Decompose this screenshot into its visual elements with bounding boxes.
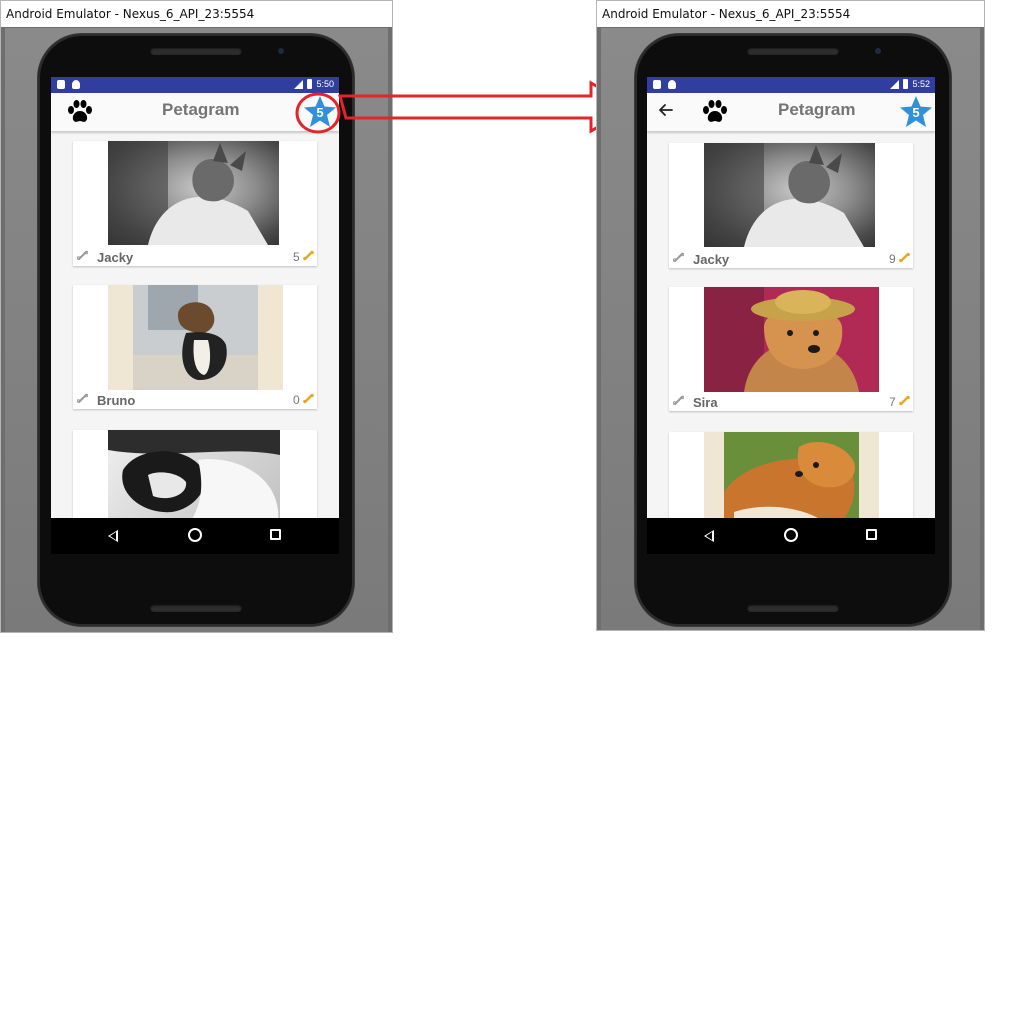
- composite-screenshot: Android Emulator - Nexus_6_API_23:5554 5…: [0, 0, 1024, 1024]
- android-debug-icon: [668, 80, 676, 89]
- pet-card: Jacky 9: [669, 143, 913, 268]
- top-speaker: [747, 47, 839, 55]
- android-debug-icon: [72, 80, 80, 89]
- nav-back-icon[interactable]: [108, 530, 118, 542]
- app-toolbar: Petagram 5: [647, 93, 935, 131]
- bone-icon[interactable]: [77, 393, 88, 404]
- bottom-speaker: [150, 604, 242, 612]
- bone-icon[interactable]: [77, 250, 88, 261]
- favorites-button[interactable]: 5: [899, 95, 933, 129]
- arrow-back-icon[interactable]: [657, 101, 675, 119]
- system-nav-bar: [647, 518, 935, 554]
- pet-card: Sira 7: [669, 287, 913, 411]
- bone-icon[interactable]: [673, 395, 684, 406]
- status-time: 5:52: [912, 79, 930, 89]
- bone-icon: [303, 393, 314, 404]
- annotation-arrow: [295, 80, 637, 134]
- pet-name: Jacky: [97, 250, 134, 265]
- nav-home-icon[interactable]: [188, 528, 202, 542]
- pet-photo[interactable]: [704, 287, 879, 392]
- phone-frame: 5:52 Petagram 5 Jacky 9 Sira 7: [635, 34, 951, 626]
- paw-icon: [68, 100, 92, 122]
- sd-card-icon: [57, 80, 65, 89]
- front-camera: [875, 48, 881, 54]
- bone-icon: [899, 252, 910, 263]
- pet-card: Jacky 5: [73, 141, 317, 266]
- nav-back-icon[interactable]: [704, 530, 714, 542]
- signal-icon: [890, 79, 900, 89]
- nav-home-icon[interactable]: [784, 528, 798, 542]
- bone-icon: [303, 250, 314, 261]
- pet-card: Bruno 0: [73, 285, 317, 409]
- front-camera: [278, 48, 284, 54]
- top-speaker: [150, 47, 242, 55]
- rating-count: 0: [293, 393, 300, 407]
- bone-icon[interactable]: [673, 252, 684, 263]
- bottom-speaker: [747, 604, 839, 612]
- pet-photo[interactable]: [108, 141, 279, 245]
- emulator-title: Android Emulator - Nexus_6_API_23:5554: [1, 1, 392, 27]
- bone-icon: [899, 395, 910, 406]
- pet-name: Sira: [693, 395, 718, 410]
- rating-count: 7: [889, 395, 896, 409]
- rating-count: 9: [889, 252, 896, 266]
- paw-icon: [703, 100, 727, 122]
- pet-name: Bruno: [97, 393, 136, 408]
- favorites-count: 5: [912, 105, 920, 120]
- phone-screen: 5:50 Petagram 5 Jacky 5 Bruno 0: [51, 77, 339, 554]
- emulator-body: 5:52 Petagram 5 Jacky 9 Sira 7: [601, 28, 980, 630]
- app-title: Petagram: [162, 100, 240, 119]
- sd-card-icon: [653, 80, 661, 89]
- pet-photo[interactable]: [704, 143, 875, 247]
- app-title: Petagram: [778, 100, 856, 119]
- nav-recents-icon[interactable]: [270, 529, 281, 540]
- system-nav-bar: [51, 518, 339, 554]
- battery-icon: [903, 79, 909, 89]
- pet-photo[interactable]: [108, 285, 283, 390]
- emulator-title: Android Emulator - Nexus_6_API_23:5554: [597, 1, 984, 27]
- emulator-window-right: Android Emulator - Nexus_6_API_23:5554 5…: [596, 0, 985, 631]
- pet-name: Jacky: [693, 252, 730, 267]
- phone-screen: 5:52 Petagram 5 Jacky 9 Sira 7: [647, 77, 935, 554]
- status-bar: 5:52: [647, 77, 935, 93]
- rating-count: 5: [293, 250, 300, 264]
- nav-recents-icon[interactable]: [866, 529, 877, 540]
